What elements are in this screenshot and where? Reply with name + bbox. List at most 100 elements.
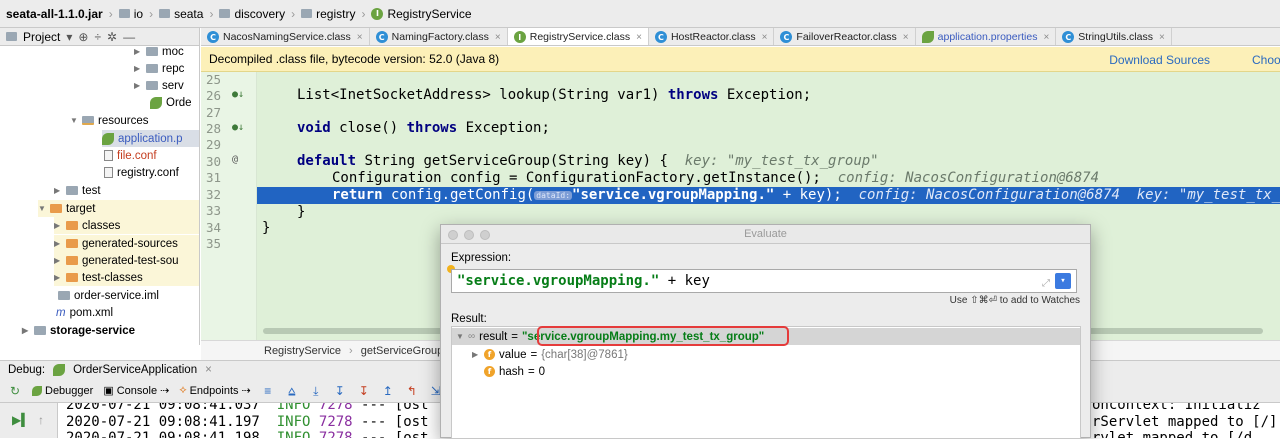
console-icon: ▣: [103, 385, 114, 397]
tab-namingfactory[interactable]: C NamingFactory.class ×: [370, 28, 508, 45]
chevron-down-icon[interactable]: ▾: [66, 30, 72, 44]
tree-item-classes[interactable]: ▶ classes: [54, 217, 199, 234]
expand-icon[interactable]: ⤢: [1042, 273, 1050, 295]
tree-item-test[interactable]: ▶ test: [54, 182, 101, 199]
debug-config-tab[interactable]: OrderServiceApplication: [73, 364, 197, 376]
step-into-icon[interactable]: ↧: [333, 384, 347, 398]
up-arrow-icon[interactable]: ↑: [38, 413, 44, 427]
download-sources-link[interactable]: Download Sources: [1109, 53, 1210, 67]
step-out-icon[interactable]: ↥: [381, 384, 395, 398]
expand-arrow-icon[interactable]: ▶: [134, 47, 142, 56]
project-view-selector[interactable]: Project: [23, 30, 60, 44]
close-icon[interactable]: ×: [205, 364, 212, 376]
chevron-right-icon: ›: [349, 344, 353, 357]
tree-item-storage-service[interactable]: ▶ storage-service: [22, 322, 135, 339]
expand-arrow-icon[interactable]: ▶: [54, 273, 62, 282]
tab-failoverreactor[interactable]: C FailoverReactor.class ×: [774, 28, 916, 45]
collapse-arrow-icon[interactable]: ▼: [70, 116, 78, 125]
tree-item-iml[interactable]: order-service.iml: [58, 287, 159, 304]
decompiled-banner: Decompiled .class file, bytecode version…: [201, 47, 1280, 72]
spring-boot-icon: [53, 364, 66, 376]
close-icon[interactable]: ×: [636, 32, 642, 43]
close-icon[interactable]: ×: [903, 32, 909, 43]
folder-icon: [50, 204, 62, 213]
breadcrumb-seata[interactable]: seata: [155, 7, 207, 21]
expand-arrow-icon[interactable]: ▶: [54, 221, 62, 230]
folder-icon: [146, 81, 158, 90]
expand-arrow-icon[interactable]: ▶: [472, 350, 480, 359]
menu-icon[interactable]: ≡: [261, 384, 275, 398]
expand-arrow-icon[interactable]: ▶: [134, 64, 142, 73]
tree-item-target[interactable]: ▼ target: [38, 200, 199, 217]
field-icon: f: [484, 349, 495, 360]
tree-item-test-classes[interactable]: ▶ test-classes: [54, 269, 199, 286]
hide-icon[interactable]: —: [123, 30, 135, 44]
choose-sources-link[interactable]: Choose Sources...: [1252, 53, 1280, 67]
tab-nacosnamingservice[interactable]: C NacosNamingService.class ×: [201, 28, 370, 45]
zoom-window-button[interactable]: [480, 230, 490, 240]
evaluate-dialog-title: Evaluate: [744, 228, 787, 240]
tab-registryservice[interactable]: I RegistryService.class ×: [507, 28, 649, 45]
target-icon[interactable]: ⊕: [78, 30, 88, 44]
editor-breadcrumb-class[interactable]: RegistryService: [264, 345, 341, 357]
close-icon[interactable]: ×: [1159, 32, 1165, 43]
rerun-icon[interactable]: ↻: [8, 384, 22, 398]
tree-item-serv[interactable]: ▶ serv: [134, 77, 184, 94]
evaluate-dialog-titlebar[interactable]: Evaluate: [441, 225, 1090, 244]
force-step-into-icon[interactable]: ↧: [357, 384, 371, 398]
result-row[interactable]: ▼ ∞ result = "service.vgroupMapping.my_t…: [452, 326, 1080, 346]
tab-hostreactor[interactable]: C HostReactor.class ×: [649, 28, 775, 45]
endpoints-tab[interactable]: ⟡ Endpoints ⇢: [179, 384, 250, 397]
history-dropdown-button[interactable]: ▾: [1055, 273, 1071, 289]
tab-application-properties[interactable]: application.properties ×: [916, 28, 1057, 45]
tree-item-orde[interactable]: Orde: [150, 94, 192, 111]
collapse-icon[interactable]: ÷: [94, 30, 101, 44]
collapse-arrow-icon[interactable]: ▼: [38, 204, 46, 213]
result-field-row[interactable]: f hash = 0: [452, 363, 1080, 380]
tree-item-repo[interactable]: ▶ repc: [134, 60, 184, 77]
close-icon[interactable]: ×: [1043, 32, 1049, 43]
debugger-tab[interactable]: Debugger: [32, 385, 93, 397]
close-window-button[interactable]: [448, 230, 458, 240]
tree-item-moc[interactable]: ▶ moc: [134, 46, 184, 60]
console-tab[interactable]: ▣ Console ⇢: [103, 384, 169, 398]
minimize-window-button[interactable]: [464, 230, 474, 240]
editor-breadcrumb-method[interactable]: getServiceGroup: [361, 345, 444, 357]
tree-item-registry-conf[interactable]: registry.conf: [104, 164, 179, 181]
close-icon[interactable]: ×: [357, 32, 363, 43]
breadcrumb-registry[interactable]: registry: [297, 7, 359, 21]
result-field-row[interactable]: ▶ f value = {char[38]@7861}: [452, 346, 1080, 363]
resume-icon[interactable]: ▶▍: [12, 413, 30, 427]
chevron-right-icon: ›: [361, 6, 366, 21]
inline-debug-hint: key: "my_test_tx_group": [684, 153, 879, 169]
gear-icon[interactable]: ✲: [107, 30, 117, 44]
expression-input[interactable]: "service.vgroupMapping." + key ⤢ ▾: [451, 269, 1077, 293]
step-over-icon[interactable]: ⤓: [309, 384, 323, 398]
implemented-method-icon[interactable]: ●↓: [232, 89, 244, 100]
spring-class-icon: [150, 96, 162, 109]
breadcrumb-io[interactable]: io: [115, 7, 147, 21]
show-execution-point-icon[interactable]: ⩠: [285, 384, 299, 398]
tab-stringutils[interactable]: C StringUtils.class ×: [1056, 28, 1172, 45]
tree-item-file-conf[interactable]: file.conf: [104, 147, 157, 164]
tree-item-application-properties[interactable]: application.p: [102, 130, 199, 147]
breadcrumb-discovery[interactable]: discovery: [215, 7, 289, 21]
expand-arrow-icon[interactable]: ▶: [54, 239, 62, 248]
expand-arrow-icon[interactable]: ▶: [22, 326, 30, 335]
tree-item-generated-sources[interactable]: ▶ generated-sources: [54, 235, 199, 252]
expand-arrow-icon[interactable]: ▶: [134, 81, 142, 90]
result-tree[interactable]: ▼ ∞ result = "service.vgroupMapping.my_t…: [451, 326, 1081, 439]
breadcrumb-registryservice[interactable]: I RegistryService: [367, 7, 475, 21]
collapse-arrow-icon[interactable]: ▼: [456, 332, 464, 341]
line-gutter[interactable]: 25 26 ●↓ 27 28 ●↓ 29 30 @ 31 32 33 34 35: [201, 72, 257, 340]
tree-item-generated-test-sources[interactable]: ▶ generated-test-sou: [54, 252, 199, 269]
breadcrumb-jar[interactable]: seata-all-1.1.0.jar: [2, 7, 107, 21]
drop-frame-icon[interactable]: ↰: [405, 384, 419, 398]
close-icon[interactable]: ×: [762, 32, 768, 43]
expand-arrow-icon[interactable]: ▶: [54, 256, 62, 265]
expand-arrow-icon[interactable]: ▶: [54, 186, 62, 195]
tree-item-pom[interactable]: m pom.xml: [56, 304, 113, 321]
tree-item-resources[interactable]: ▼ resources: [70, 112, 149, 129]
implemented-method-icon[interactable]: ●↓: [232, 122, 244, 133]
close-icon[interactable]: ×: [495, 32, 501, 43]
